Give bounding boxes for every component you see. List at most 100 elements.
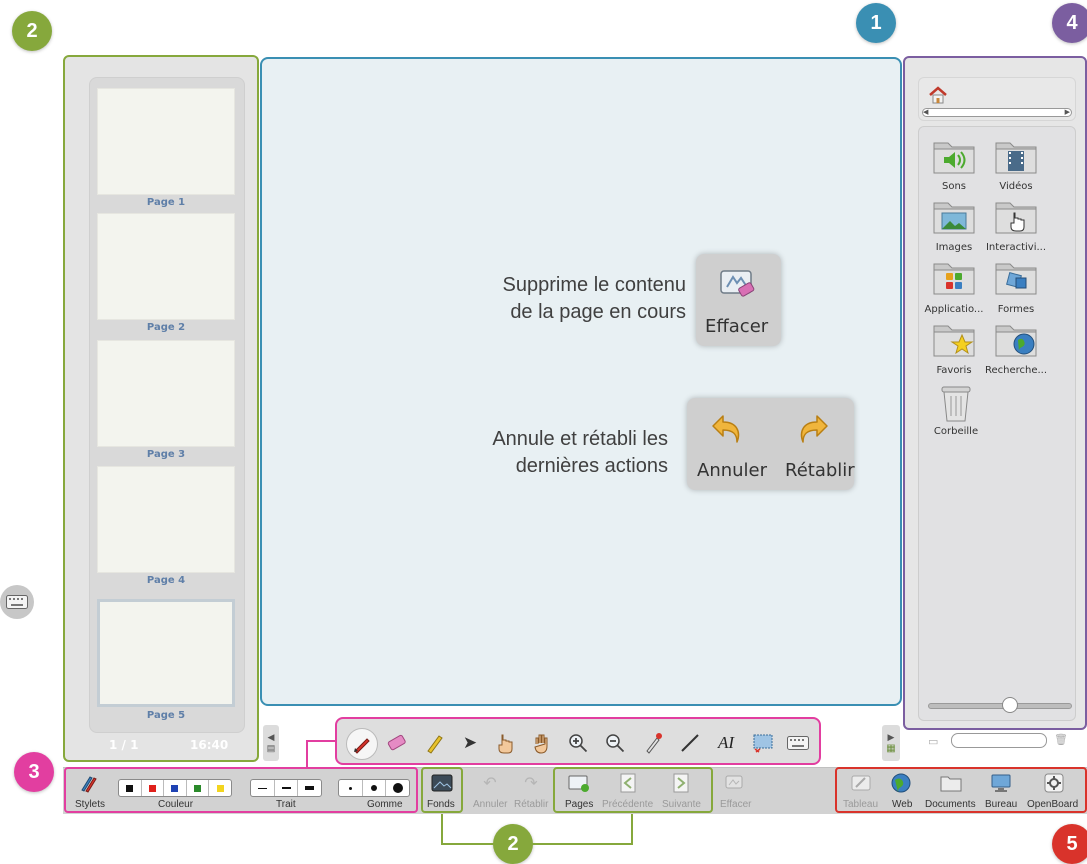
line-width-thin[interactable] bbox=[251, 780, 275, 796]
previous-page-icon[interactable] bbox=[617, 772, 639, 794]
collapse-library-handle[interactable]: ▶ ▦ bbox=[882, 725, 900, 761]
annuler-label[interactable]: Annuler bbox=[473, 799, 507, 810]
eraser-size-large[interactable] bbox=[386, 780, 409, 796]
whiteboard-canvas[interactable] bbox=[260, 57, 902, 706]
scroll-right-icon[interactable]: ▶ bbox=[1065, 108, 1070, 116]
color-swatch-black[interactable] bbox=[119, 780, 142, 796]
page-count: 1 / 1 bbox=[109, 738, 139, 752]
collapse-pages-handle[interactable]: ◀ ▤ bbox=[263, 725, 279, 761]
connector-line bbox=[306, 740, 336, 742]
redo-icon[interactable]: ↷ bbox=[520, 772, 542, 794]
page-thumbnail-5-selected[interactable] bbox=[97, 599, 235, 707]
delete-icon[interactable]: 🗑 bbox=[1054, 733, 1068, 746]
laser-pointer-icon[interactable] bbox=[640, 730, 666, 756]
folder-label: Favoris bbox=[936, 365, 972, 376]
redo-tile-label: Rétablir bbox=[785, 460, 855, 481]
stylets-label[interactable]: Stylets bbox=[75, 799, 105, 810]
bureau-label[interactable]: Bureau bbox=[985, 799, 1017, 810]
connector-line bbox=[306, 740, 308, 768]
slider-handle[interactable] bbox=[1002, 697, 1018, 713]
library-icon: ▦ bbox=[886, 743, 896, 754]
zoom-in-icon[interactable] bbox=[565, 730, 591, 756]
page-thumbnail-1[interactable] bbox=[97, 88, 235, 195]
color-swatch-red[interactable] bbox=[142, 780, 165, 796]
text-tool-icon[interactable]: AI bbox=[713, 730, 739, 756]
line-width-thick[interactable] bbox=[298, 780, 321, 796]
color-swatch-green[interactable] bbox=[187, 780, 210, 796]
new-page-icon[interactable] bbox=[568, 772, 590, 794]
apps-icon bbox=[933, 263, 975, 295]
color-swatch-yellow[interactable] bbox=[209, 780, 231, 796]
next-page-icon[interactable] bbox=[670, 772, 692, 794]
color-swatches[interactable] bbox=[118, 779, 232, 797]
folder-label: Interactivi... bbox=[985, 242, 1047, 253]
settings-gear-icon[interactable] bbox=[1043, 772, 1065, 794]
sound-icon bbox=[933, 142, 975, 174]
effacer-label[interactable]: Effacer bbox=[720, 799, 752, 810]
chevron-left-icon: ◀ bbox=[267, 732, 275, 742]
eraser-size-small[interactable] bbox=[339, 780, 363, 796]
shapes-icon bbox=[995, 263, 1037, 295]
erase-tile: Effacer bbox=[696, 254, 781, 346]
eraser-tool-icon[interactable] bbox=[384, 730, 410, 756]
retablir-label[interactable]: Rétablir bbox=[514, 799, 548, 810]
line-width-options[interactable] bbox=[250, 779, 322, 797]
pages-label[interactable]: Pages bbox=[565, 799, 593, 810]
pan-hand-icon[interactable] bbox=[529, 730, 555, 756]
trash-icon bbox=[941, 386, 971, 422]
board-mode-icon[interactable] bbox=[850, 772, 872, 794]
suivante-label[interactable]: Suivante bbox=[662, 799, 701, 810]
page-label: Page 5 bbox=[146, 710, 186, 721]
tableau-label[interactable]: Tableau bbox=[843, 799, 878, 810]
stylets-icon[interactable] bbox=[78, 772, 100, 794]
selection-arrow-icon[interactable]: ➤ bbox=[457, 730, 483, 756]
picture-icon bbox=[933, 202, 975, 234]
eraser-size-options[interactable] bbox=[338, 779, 410, 797]
erase-callout-line: de la page en cours bbox=[510, 301, 686, 323]
undo-icon bbox=[712, 415, 740, 443]
color-swatch-blue[interactable] bbox=[164, 780, 187, 796]
undo-tile-label: Annuler bbox=[697, 460, 768, 481]
thumbnail-size-slider[interactable] bbox=[928, 703, 1072, 709]
capture-tool-icon[interactable] bbox=[750, 730, 776, 756]
precedente-label[interactable]: Précédente bbox=[602, 799, 653, 810]
line-tool-icon[interactable] bbox=[677, 730, 703, 756]
desktop-monitor-icon[interactable] bbox=[990, 772, 1012, 794]
connector-line bbox=[441, 812, 443, 845]
folder-label: Sons bbox=[941, 181, 966, 192]
library-scrollbar-horizontal[interactable]: ◀ ▶ bbox=[922, 108, 1072, 117]
scroll-left-icon[interactable]: ◀ bbox=[923, 108, 928, 116]
line-width-medium[interactable] bbox=[275, 780, 299, 796]
folder-label: Corbeille bbox=[933, 426, 979, 437]
background-icon[interactable] bbox=[431, 772, 453, 794]
zoom-out-icon[interactable] bbox=[602, 730, 628, 756]
star-icon bbox=[933, 325, 975, 357]
web-globe-icon[interactable] bbox=[890, 772, 912, 794]
home-icon[interactable] bbox=[928, 86, 948, 104]
undo-callout-line: dernières actions bbox=[515, 455, 668, 477]
page-thumbnail-2[interactable] bbox=[97, 213, 235, 320]
new-folder-icon[interactable]: ▭ bbox=[928, 735, 938, 748]
virtual-keyboard-icon[interactable] bbox=[785, 730, 811, 756]
web-label[interactable]: Web bbox=[892, 799, 912, 810]
fonds-label[interactable]: Fonds bbox=[427, 799, 455, 810]
documents-label[interactable]: Documents bbox=[925, 799, 976, 810]
folder-label: Vidéos bbox=[999, 181, 1033, 192]
pen-tool-icon[interactable] bbox=[346, 728, 378, 760]
page-thumbnail-4[interactable] bbox=[97, 466, 235, 573]
badge-tools: 3 bbox=[14, 752, 54, 792]
keyboard-icon[interactable] bbox=[0, 585, 34, 619]
undo-icon[interactable]: ↶ bbox=[479, 772, 501, 794]
openboard-label[interactable]: OpenBoard bbox=[1027, 799, 1078, 810]
eraser-size-medium[interactable] bbox=[363, 780, 387, 796]
eraser-icon bbox=[720, 270, 755, 297]
pages-icon: ▤ bbox=[266, 743, 276, 753]
clock-time: 16:40 bbox=[190, 738, 229, 752]
interact-hand-icon[interactable] bbox=[491, 730, 517, 756]
clear-page-icon[interactable] bbox=[724, 772, 746, 794]
library-search-input[interactable] bbox=[951, 733, 1047, 748]
page-thumbnail-3[interactable] bbox=[97, 340, 235, 447]
documents-folder-icon[interactable] bbox=[940, 772, 962, 794]
undo-callout: Annule et rétabli les dernières actions bbox=[430, 426, 668, 480]
highlighter-tool-icon[interactable] bbox=[421, 730, 447, 756]
